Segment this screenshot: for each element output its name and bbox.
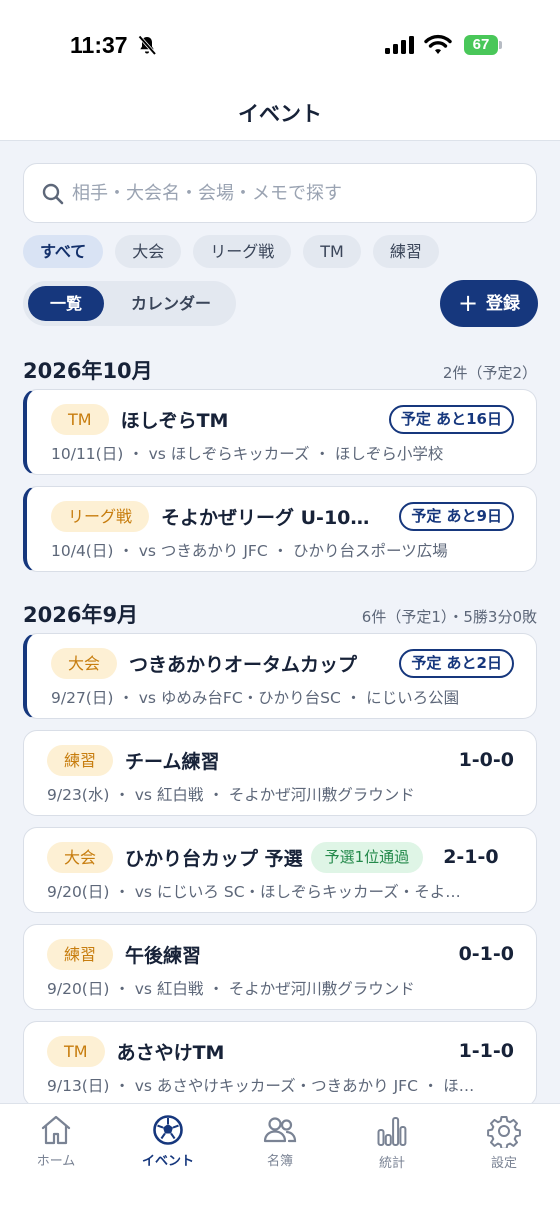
event-name: 午後練習 [125,944,202,967]
page-title: イベント [238,102,322,126]
event-type-tag: 大会 [47,841,114,873]
event-details: 9/20(日) ・ vs にじいろ SC・ほしぞらキッカーズ・そよ… [47,883,461,901]
event-type-tag: TM [47,1035,105,1067]
scheduled-badge: 予定 あと2日 [399,648,514,678]
tab-events[interactable]: イベント [128,1114,208,1169]
search-box[interactable] [23,163,537,223]
result-badge: 予選1位通過 [310,841,424,873]
search-input[interactable] [72,174,522,212]
bell-muted-icon [136,34,158,60]
scheduled-badge: 予定 あと9日 [399,501,514,531]
event-card[interactable]: 練習 午後練習 0-1-0 9/20(日) ・ vs 紅白戦 ・ そよかぜ河川敷… [23,924,537,1010]
view-calendar-button[interactable]: カレンダー [111,286,231,321]
tab-roster-label: 名簿 [266,1154,293,1169]
tab-home-label: ホーム [36,1154,76,1169]
event-name: ひかり台カップ 予選 [125,847,303,870]
month-title: 2026年10月 [23,359,153,383]
tab-settings-label: 設定 [490,1156,517,1171]
top-bar: 11:37 67 イベント [0,0,560,141]
event-name: あさやけTM [116,1041,225,1064]
event-card[interactable]: TM ほしぞらTM 予定 あと16日 10/11(日) ・ vs ほしぞらキッカ… [23,389,537,475]
tab-stats[interactable]: 統計 [352,1114,432,1171]
event-details: 10/11(日) ・ vs ほしぞらキッカーズ ・ ほしぞら小学校 [51,445,444,463]
tab-settings[interactable]: 設定 [464,1114,544,1171]
event-type-tag: TM [51,403,109,435]
event-card[interactable]: リーグ戦 そよかぜリーグ U-10… 予定 あと9日 10/4(日) ・ vs … [23,486,537,572]
scheduled-badge: 予定 あと16日 [388,404,514,434]
event-score: 0-1-0 [458,943,514,965]
event-score: 2-1-0 [443,846,499,868]
filter-chip-league[interactable]: リーグ戦 [193,235,292,268]
gear-icon [487,1116,521,1148]
event-type-tag: リーグ戦 [51,500,150,532]
battery-tip [499,41,502,49]
tab-home[interactable]: ホーム [16,1114,96,1169]
event-card[interactable]: 大会 つきあかりオータムカップ 予定 あと2日 9/27(日) ・ vs ゆめみ… [23,633,537,719]
filter-chip-tournament[interactable]: 大会 [115,235,182,268]
event-details: 9/27(日) ・ vs ゆめみ台FC・ひかり台SC ・ にじいろ公園 [51,689,460,707]
add-event-button[interactable]: + 登録 [440,280,538,327]
month-summary: 6件（予定1）・5勝3分0敗 [361,608,537,626]
month-title: 2026年9月 [23,603,139,627]
wifi-icon [424,34,452,60]
tab-roster[interactable]: 名簿 [240,1114,320,1169]
event-details: 9/23(水) ・ vs 紅白戦 ・ そよかぜ河川敷グラウンド [47,786,415,804]
filter-chip-all[interactable]: すべて [23,235,104,268]
event-type-tag: 練習 [47,744,114,776]
event-name: ほしぞらTM [120,409,229,432]
view-list-button[interactable]: 一覧 [28,286,104,321]
plus-icon: + [457,289,479,317]
battery-level: 67 [464,35,498,55]
month-summary: 2件（予定2） [442,364,537,382]
signal-icon [385,36,415,58]
event-card[interactable]: TM あさやけTM 1-1-0 9/13(日) ・ vs あさやけキッカーズ・つ… [23,1021,537,1107]
event-card[interactable]: 大会 ひかり台カップ 予選 予選1位通過 2-1-0 9/20(日) ・ vs … [23,827,537,913]
tab-bar: ホーム イベント 名簿 統計 設定 [0,1103,560,1218]
event-score: 1-0-0 [458,749,514,771]
filter-chip-practice[interactable]: 練習 [372,235,439,268]
tab-stats-label: 統計 [378,1156,405,1171]
people-icon [263,1117,297,1143]
event-type-tag: 大会 [51,647,118,679]
filter-chips: すべて 大会 リーグ戦 TM 練習 [23,235,439,268]
event-details: 10/4(日) ・ vs つきあかり JFC ・ ひかり台スポーツ広場 [51,542,448,560]
tab-events-label: イベント [141,1154,194,1169]
bar-chart-icon [377,1117,407,1146]
event-score: 1-1-0 [458,1040,514,1062]
event-name: チーム練習 [125,750,220,773]
search-icon [42,183,64,205]
event-card[interactable]: 練習 チーム練習 1-0-0 9/23(水) ・ vs 紅白戦 ・ そよかぜ河川… [23,730,537,816]
event-type-tag: 練習 [47,938,114,970]
soccer-ball-icon [153,1115,183,1145]
event-details: 9/13(日) ・ vs あさやけキッカーズ・つきあかり JFC ・ ほ… [47,1077,475,1095]
event-details: 9/20(日) ・ vs 紅白戦 ・ そよかぜ河川敷グラウンド [47,980,415,998]
view-toggle: 一覧 カレンダー [23,281,236,326]
status-time: 11:37 [70,32,128,58]
filter-chip-tm[interactable]: TM [303,235,361,268]
event-name: そよかぜリーグ U-10… [161,506,370,529]
event-name: つきあかりオータムカップ [129,653,358,676]
home-icon [41,1115,71,1145]
add-event-label: 登録 [486,294,521,314]
